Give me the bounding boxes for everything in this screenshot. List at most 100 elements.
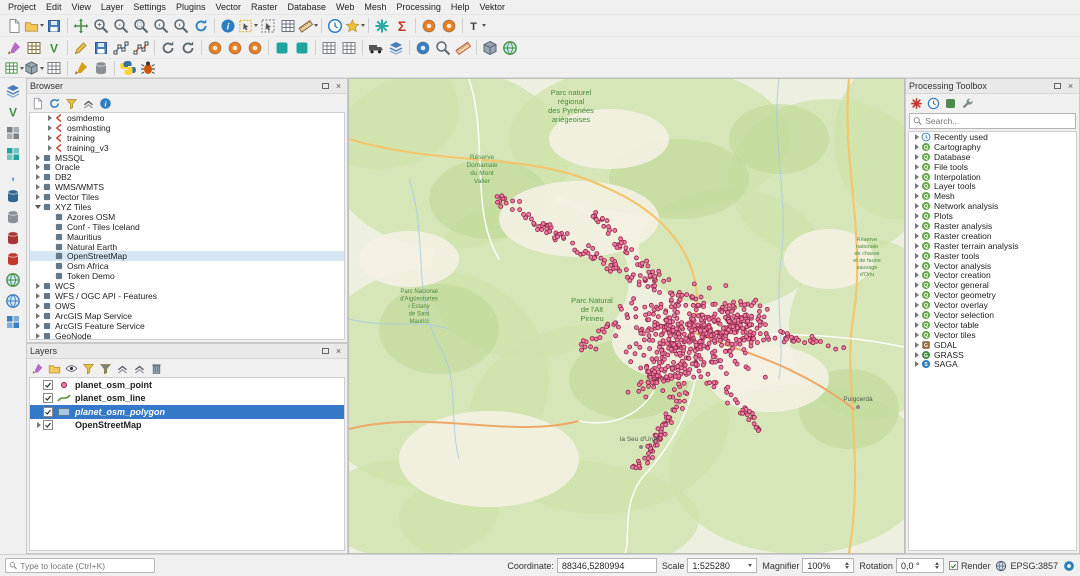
osm-place-search-button[interactable] — [419, 16, 439, 36]
layer-visibility-checkbox[interactable] — [43, 420, 53, 430]
chevron-right-icon[interactable] — [915, 322, 919, 328]
rotation-stepper[interactable]: 0,0 ° — [896, 558, 944, 573]
style-manager-button[interactable] — [4, 38, 24, 58]
filter-browser-button[interactable] — [63, 95, 80, 112]
browser-item-osm-africa[interactable]: Osm Africa — [30, 261, 344, 271]
browser-item-training-v3[interactable]: training_v3 — [30, 143, 344, 153]
processing-group-raster-analysis[interactable]: QRaster analysis — [909, 221, 1076, 231]
browser-item-arcgis-feature-service[interactable]: ArcGIS Feature Service — [30, 321, 344, 331]
add-delimited-text-button[interactable]: , — [3, 165, 23, 185]
processing-toolbox-button[interactable] — [372, 16, 392, 36]
processing-search-input[interactable] — [925, 116, 1072, 126]
chevron-right-icon[interactable] — [36, 333, 40, 339]
add-oracle-layer-button[interactable] — [3, 249, 23, 269]
chevron-right-icon[interactable] — [915, 243, 919, 249]
float-panel-button[interactable] — [320, 81, 331, 92]
browser-item-ows[interactable]: OWS — [30, 301, 344, 311]
browser-item-openstreetmap[interactable]: OpenStreetMap — [30, 251, 344, 261]
map-canvas[interactable]: Parc naturelrégionaldes Pyrénéesariégeoi… — [348, 78, 905, 554]
add-feature-button[interactable] — [111, 38, 131, 58]
chevron-right-icon[interactable] — [915, 223, 919, 229]
refresh-map-button[interactable] — [191, 16, 211, 36]
browser-item-xyz-tiles[interactable]: XYZ Tiles — [30, 202, 344, 212]
messages-button[interactable] — [1063, 560, 1075, 572]
add-wms-layer-button[interactable] — [3, 270, 23, 290]
pan-map-button[interactable] — [71, 16, 91, 36]
chevron-right-icon[interactable] — [915, 282, 919, 288]
vertex-tool-button[interactable] — [131, 38, 151, 58]
crs-status-button[interactable]: EPSG:3857 — [995, 560, 1058, 572]
zoom-next-button[interactable]: › — [171, 16, 191, 36]
chevron-right-icon[interactable] — [48, 115, 52, 121]
browser-item-oracle[interactable]: Oracle — [30, 162, 344, 172]
add-group-button[interactable] — [46, 360, 63, 377]
python-console-button[interactable] — [118, 58, 138, 78]
processing-group-layer-tools[interactable]: QLayer tools — [909, 181, 1076, 191]
processing-group-mesh[interactable]: QMesh — [909, 191, 1076, 201]
elevation-profile-button[interactable] — [44, 58, 64, 78]
osm-upload-button[interactable] — [225, 38, 245, 58]
chevron-right-icon[interactable] — [36, 323, 40, 329]
sync-layers-button[interactable] — [292, 38, 312, 58]
measure-area-button[interactable] — [453, 38, 473, 58]
chevron-right-icon[interactable] — [915, 352, 919, 358]
manage-map-themes-button[interactable] — [63, 360, 80, 377]
undo-button[interactable] — [158, 38, 178, 58]
menu-vektor[interactable]: Vektor — [474, 1, 510, 13]
close-panel-button[interactable]: × — [333, 81, 344, 92]
add-mesh-layer-button[interactable] — [3, 144, 23, 164]
style-dock-button[interactable] — [71, 58, 91, 78]
quickmap-services-button[interactable] — [439, 16, 459, 36]
add-selected-layers-button[interactable] — [29, 95, 46, 112]
menu-database[interactable]: Database — [283, 1, 332, 13]
processing-group-gdal[interactable]: GGDAL — [909, 340, 1076, 350]
browser-item-vector-tiles[interactable]: Vector Tiles — [30, 192, 344, 202]
chevron-right-icon[interactable] — [36, 313, 40, 319]
chevron-right-icon[interactable] — [915, 154, 919, 160]
temporal-controller-button[interactable] — [325, 16, 345, 36]
chevron-right-icon[interactable] — [915, 263, 919, 269]
browser-item-wms-wmts[interactable]: WMS/WMTS — [30, 182, 344, 192]
browser-item-azores-osm[interactable]: Azores OSM — [30, 212, 344, 222]
processing-group-vector-tiles[interactable]: QVector tiles — [909, 330, 1076, 340]
layer-item-planet-osm-point[interactable]: planet_osm_point — [30, 378, 344, 392]
chevron-right-icon[interactable] — [915, 164, 919, 170]
chevron-right-icon[interactable] — [915, 332, 919, 338]
browser-item-training[interactable]: training — [30, 133, 344, 143]
layer-item-planet-osm-line[interactable]: planet_osm_line — [30, 392, 344, 406]
add-postgis-layer-button[interactable] — [3, 186, 23, 206]
add-vector-layer-button[interactable]: V — [44, 38, 64, 58]
menu-web[interactable]: Web — [331, 1, 359, 13]
filter-legend-button[interactable] — [80, 360, 97, 377]
chevron-right-icon[interactable] — [36, 174, 40, 180]
zoom-full-button[interactable]: □ — [131, 16, 151, 36]
menu-processing[interactable]: Processing — [391, 1, 446, 13]
browser-item-db2[interactable]: DB2 — [30, 172, 344, 182]
chevron-right-icon[interactable] — [36, 155, 40, 161]
save-edits-button[interactable] — [91, 38, 111, 58]
chevron-down-icon[interactable] — [35, 205, 41, 209]
layer-visibility-checkbox[interactable] — [43, 380, 53, 390]
chevron-right-icon[interactable] — [915, 253, 919, 259]
browser-item-wcs[interactable]: WCS — [30, 281, 344, 291]
processing-group-database[interactable]: QDatabase — [909, 152, 1076, 162]
layer-visibility-checkbox[interactable] — [43, 407, 53, 417]
menu-help[interactable]: Help — [446, 1, 475, 13]
processing-group-recently-used[interactable]: Recently used — [909, 132, 1076, 142]
identify-features-button[interactable]: i — [218, 16, 238, 36]
layer-visibility-checkbox[interactable] — [43, 393, 53, 403]
open-attribute-table-button[interactable] — [278, 16, 298, 36]
georeferencer-button[interactable] — [500, 38, 520, 58]
processing-group-cartography[interactable]: QCartography — [909, 142, 1076, 152]
processing-group-file-tools[interactable]: QFile tools — [909, 162, 1076, 172]
menu-settings[interactable]: Settings — [128, 1, 171, 13]
chevron-right-icon[interactable] — [915, 203, 919, 209]
zoom-out-button[interactable]: - — [111, 16, 131, 36]
layout-manager-button[interactable] — [24, 38, 44, 58]
processing-models-button[interactable] — [908, 95, 925, 112]
close-panel-button[interactable]: × — [333, 346, 344, 357]
chevron-right-icon[interactable] — [915, 361, 919, 367]
browser-item-mssql[interactable]: MSSQL — [30, 153, 344, 163]
chevron-right-icon[interactable] — [915, 233, 919, 239]
locate-input[interactable] — [20, 561, 151, 571]
